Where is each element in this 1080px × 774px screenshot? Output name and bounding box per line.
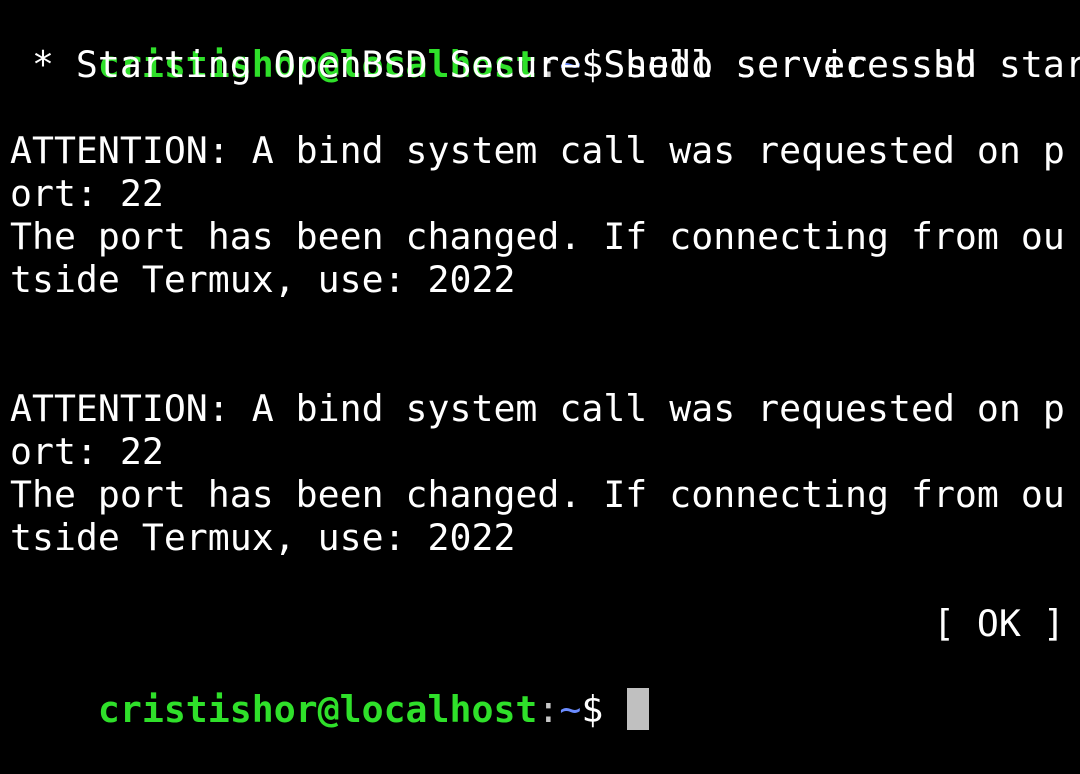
prompt-user-host: cristishor@localhost — [97, 688, 538, 731]
text-cursor[interactable] — [627, 688, 650, 730]
prompt-path: ~ — [559, 688, 582, 731]
output-line: The port has been changed. If connecting… — [10, 215, 1065, 258]
output-line: ort: 22 — [10, 430, 164, 473]
output-line: The port has been changed. If connecting… — [10, 473, 1065, 516]
output-line: tside Termux, use: 2022 — [10, 258, 516, 301]
active-prompt-line[interactable]: cristishor@localhost:~$ — [10, 645, 650, 731]
output-line: ATTENTION: A bind system call was reques… — [10, 129, 1065, 172]
status-ok: [ OK ] — [10, 602, 1065, 645]
output-line: * Starting OpenBSD Secure Shell server s… — [10, 43, 977, 86]
terminal-window[interactable]: cristishor@localhost:~$ sudo service ssh… — [0, 0, 1080, 731]
output-line: tside Termux, use: 2022 — [10, 516, 516, 559]
output-line: ATTENTION: A bind system call was reques… — [10, 387, 1065, 430]
prompt-symbol: $ — [581, 688, 626, 731]
prompt-separator: : — [537, 688, 560, 731]
command-line: cristishor@localhost:~$ sudo service ssh… — [10, 0, 1080, 86]
output-line: ort: 22 — [10, 172, 164, 215]
